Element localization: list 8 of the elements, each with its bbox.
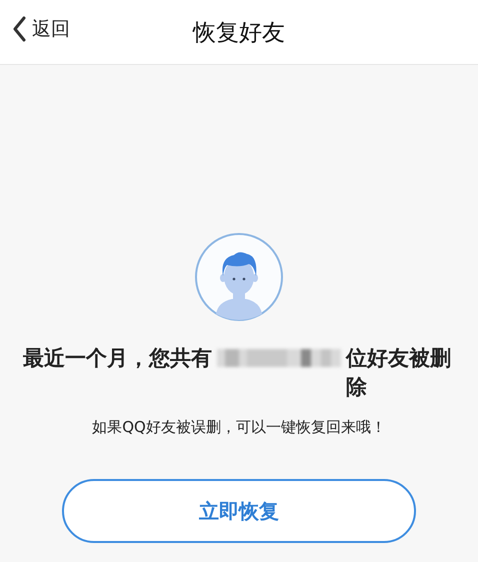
back-chevron-icon bbox=[12, 16, 26, 42]
restore-button[interactable]: 立即恢复 bbox=[62, 479, 416, 543]
hint-text: 如果QQ好友被误删，可以一键恢复回来哦！ bbox=[92, 418, 386, 437]
headline-text: 最近一个月，您共有 bbox=[22, 346, 212, 370]
headline-text: 位好友被删除 bbox=[346, 345, 452, 401]
avatar-icon bbox=[194, 232, 284, 322]
back-button[interactable]: 返回 bbox=[12, 16, 70, 42]
page-title: 恢复好友 bbox=[193, 18, 285, 48]
